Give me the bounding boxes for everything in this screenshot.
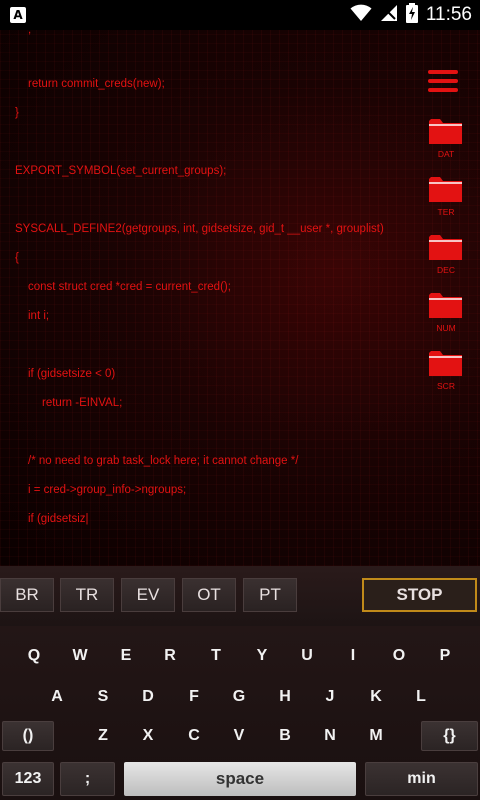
battery-charging-icon <box>405 2 418 28</box>
space-key[interactable]: space <box>124 762 356 796</box>
folder-icon <box>429 351 462 376</box>
key-v[interactable]: V <box>224 721 254 751</box>
key-j[interactable]: J <box>315 682 345 712</box>
key-n[interactable]: N <box>315 721 345 751</box>
folder-icon <box>429 177 462 202</box>
folder-dat[interactable]: DAT <box>426 118 466 170</box>
key-g[interactable]: G <box>224 682 254 712</box>
code-line: i = cred->group_info->ngroups; <box>28 484 187 496</box>
folder-num[interactable]: NUM <box>426 292 466 344</box>
folder-dec[interactable]: DEC <box>426 234 466 286</box>
key-t[interactable]: T <box>201 641 231 671</box>
stop-button[interactable]: STOP <box>362 578 477 612</box>
ot-button[interactable]: OT <box>182 578 236 612</box>
code-line: SYSCALL_DEFINE2(getgroups, int, gidsetsi… <box>15 223 384 235</box>
key-f[interactable]: F <box>179 682 209 712</box>
code-line: int i; <box>28 310 50 322</box>
folder-scr[interactable]: SCR <box>426 350 466 402</box>
code-line: /* no need to grab task_lock here; it ca… <box>28 455 299 467</box>
status-time: 11:56 <box>425 4 472 25</box>
key-a[interactable]: A <box>42 682 72 712</box>
key-x[interactable]: X <box>133 721 163 751</box>
key-d[interactable]: D <box>133 682 163 712</box>
command-bar: BR TR EV OT PT STOP <box>0 566 480 626</box>
key-q[interactable]: Q <box>19 641 49 671</box>
keyboard: Q W E R T Y U I O P A S D F G H J K L ()… <box>0 626 480 800</box>
key-r[interactable]: R <box>155 641 185 671</box>
semicolon-key[interactable]: ; <box>60 762 115 796</box>
code-line: EXPORT_SYMBOL(set_current_groups); <box>15 165 227 177</box>
folder-label: TER <box>437 207 455 217</box>
key-o[interactable]: O <box>384 641 414 671</box>
folder-icon <box>429 293 462 318</box>
code-line: } <box>15 107 19 119</box>
key-y[interactable]: Y <box>247 641 277 671</box>
pt-button[interactable]: PT <box>243 578 297 612</box>
folder-icon <box>429 235 462 260</box>
code-line: if (gidsetsiz| <box>28 513 89 525</box>
folder-ter[interactable]: TER <box>426 176 466 228</box>
folder-label: NUM <box>436 323 456 333</box>
tr-button[interactable]: TR <box>60 578 114 612</box>
code-line: const struct cred *cred = current_cred()… <box>28 281 231 293</box>
key-i[interactable]: I <box>338 641 368 671</box>
key-s[interactable]: S <box>88 682 118 712</box>
parentheses-key[interactable]: () <box>2 721 54 751</box>
wifi-icon <box>350 4 372 27</box>
key-u[interactable]: U <box>292 641 322 671</box>
key-w[interactable]: W <box>65 641 95 671</box>
braces-key[interactable]: {} <box>421 721 478 751</box>
key-p[interactable]: P <box>430 641 460 671</box>
key-e[interactable]: E <box>111 641 141 671</box>
key-k[interactable]: K <box>361 682 391 712</box>
status-bar: A 11:56 <box>0 0 480 30</box>
folder-label: SCR <box>437 381 455 391</box>
hamburger-menu-icon[interactable] <box>428 70 458 94</box>
no-signal-icon <box>380 4 398 27</box>
ev-button[interactable]: EV <box>121 578 175 612</box>
min-key[interactable]: min <box>365 762 478 796</box>
code-line: return -EINVAL; <box>42 397 123 409</box>
code-line: { <box>15 252 19 264</box>
key-l[interactable]: L <box>406 682 436 712</box>
status-icons: 11:56 <box>350 0 472 30</box>
numbers-key[interactable]: 123 <box>2 762 54 796</box>
code-line: ; <box>28 30 32 36</box>
folder-icon <box>429 119 462 144</box>
key-c[interactable]: C <box>179 721 209 751</box>
key-h[interactable]: H <box>270 682 300 712</box>
app-notification-icon: A <box>10 7 26 23</box>
key-m[interactable]: M <box>361 721 391 751</box>
code-line: return commit_creds(new); <box>28 78 165 90</box>
br-button[interactable]: BR <box>0 578 54 612</box>
code-line: if (gidsetsize < 0) <box>28 368 116 380</box>
folder-label: DEC <box>437 265 455 275</box>
key-b[interactable]: B <box>270 721 300 751</box>
folder-label: DAT <box>437 149 455 159</box>
key-z[interactable]: Z <box>88 721 118 751</box>
code-display[interactable]: ; return commit_creds(new); } EXPORT_SYM… <box>0 30 480 566</box>
